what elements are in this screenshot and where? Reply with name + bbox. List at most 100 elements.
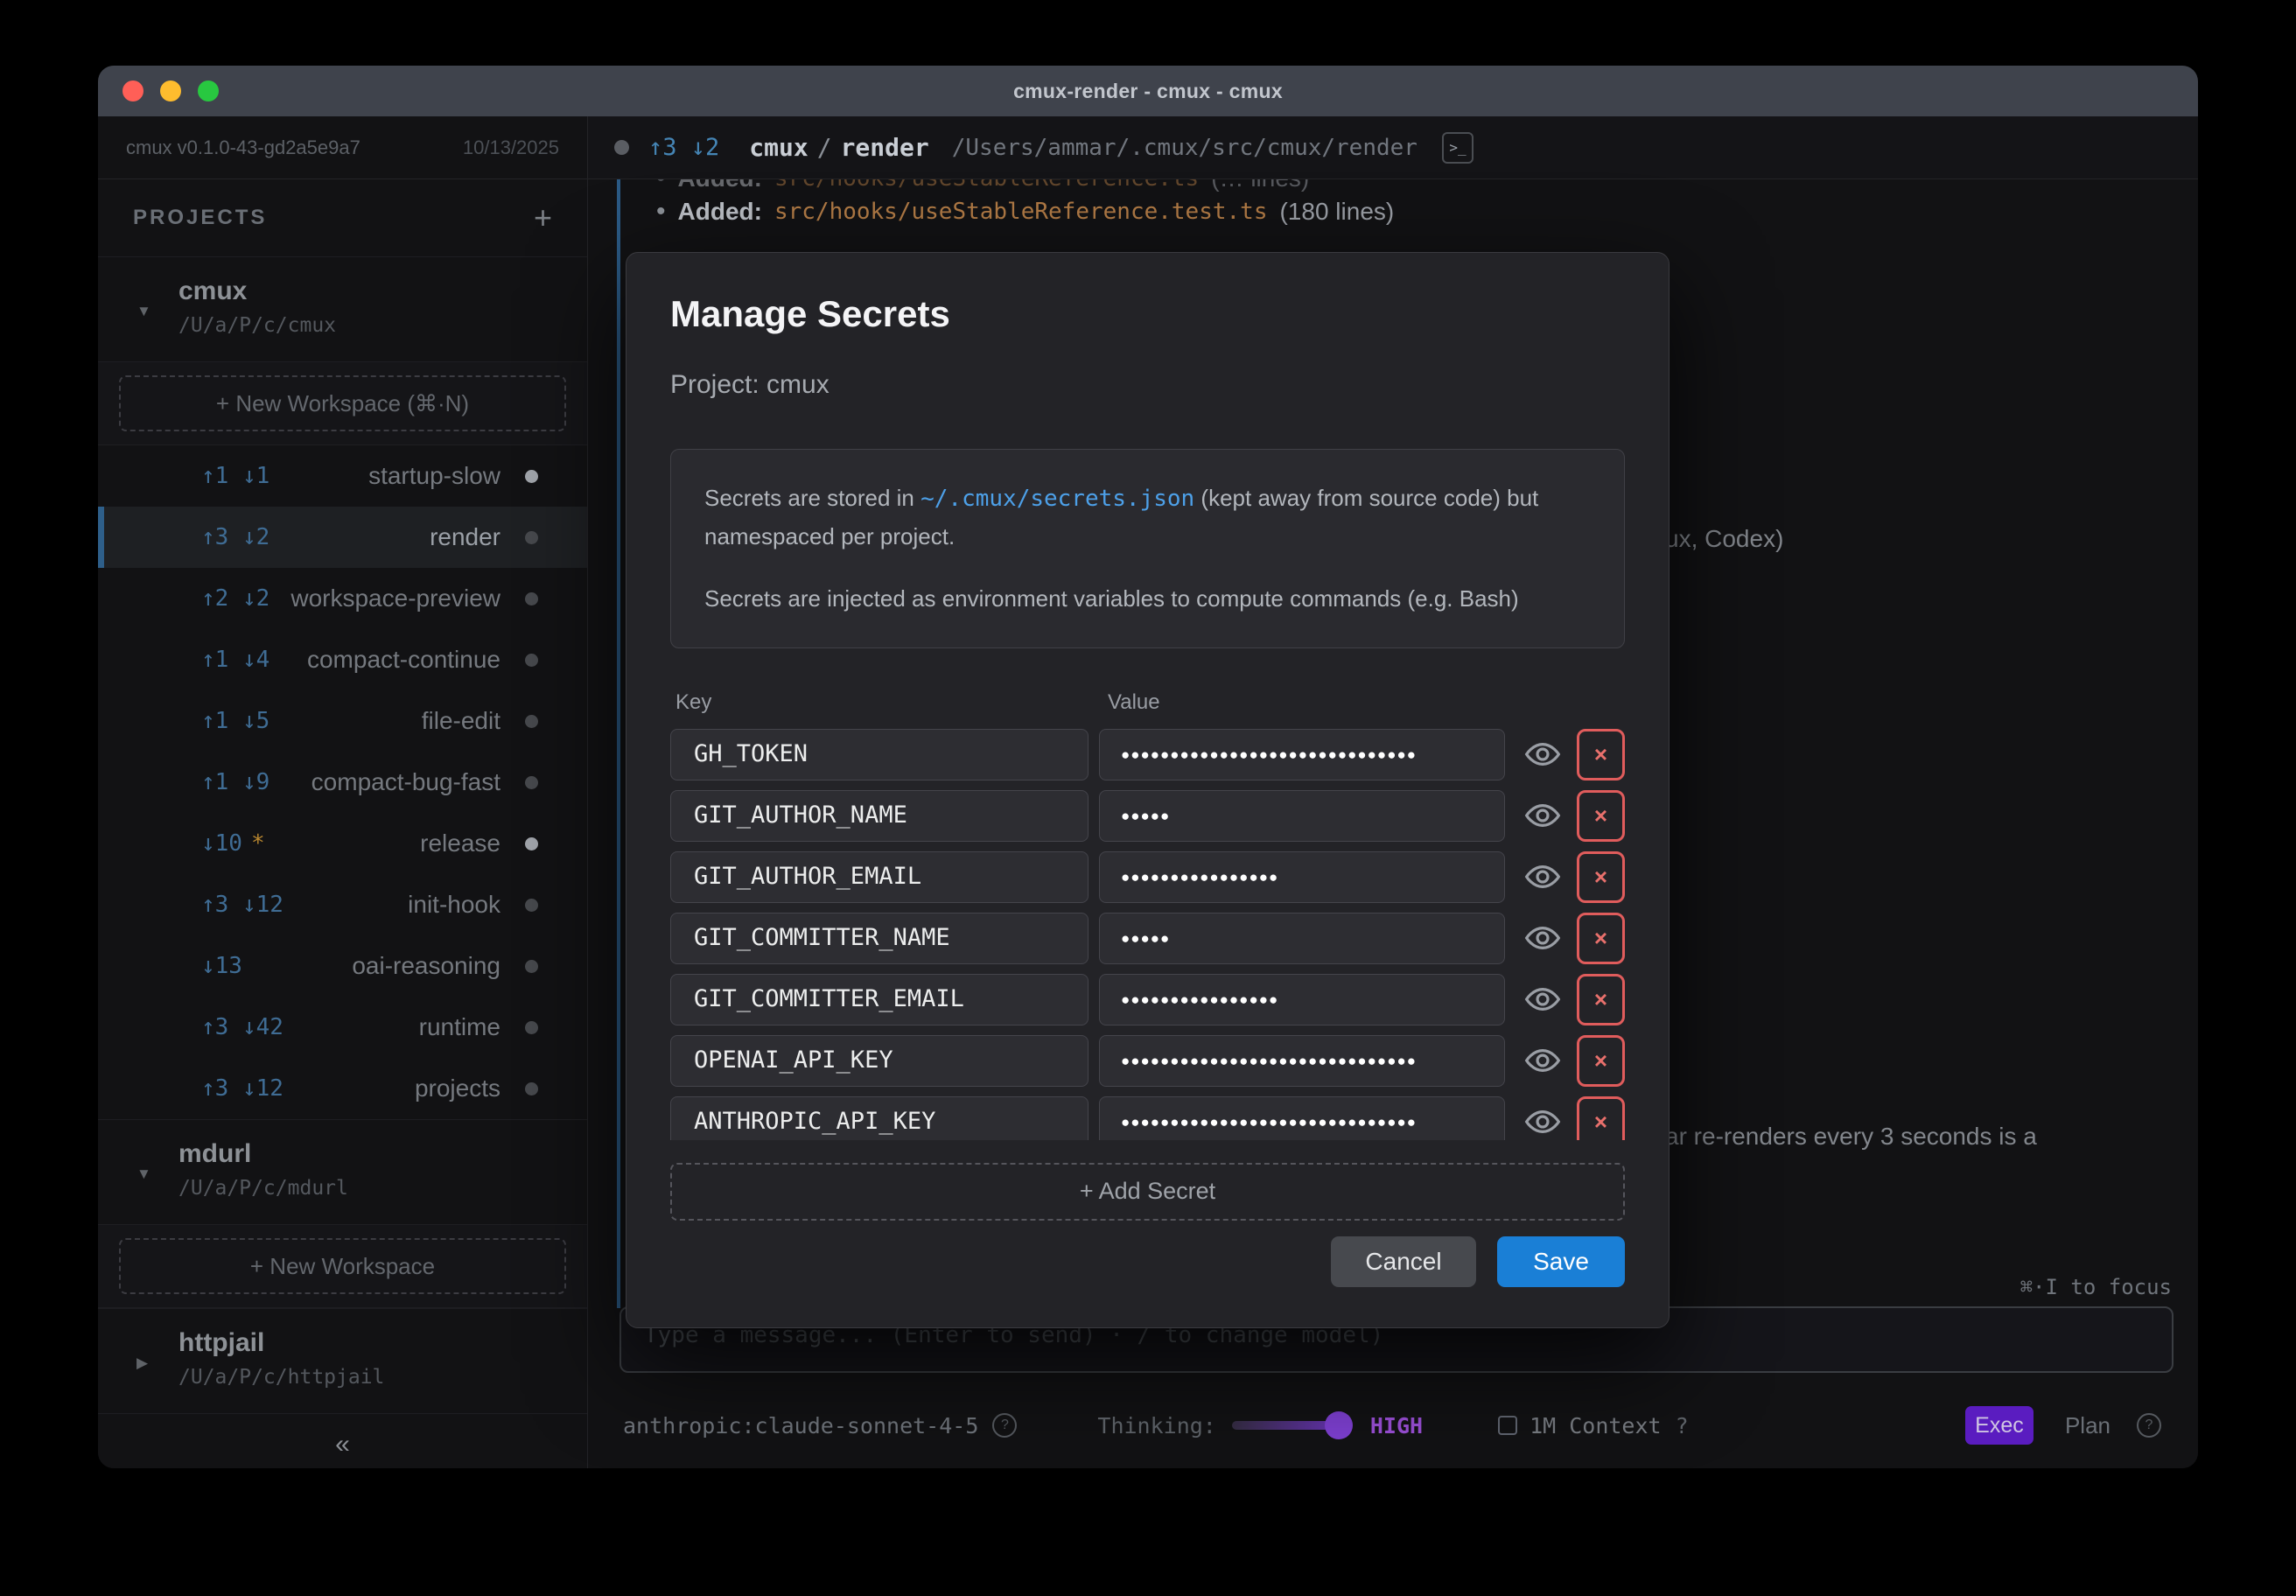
git-stats: ↑3 ↓42 xyxy=(201,1014,284,1040)
secret-key-input[interactable]: GIT_AUTHOR_EMAIL xyxy=(670,851,1088,903)
workspace-row[interactable]: ↑3 ↓12 init-hook xyxy=(98,874,587,935)
secret-key-input[interactable]: ANTHROPIC_API_KEY xyxy=(670,1096,1088,1140)
new-workspace-button[interactable]: + New Workspace xyxy=(119,1238,566,1294)
chat-line-clipped: • Added: src/hooks/useStableReference.ts… xyxy=(656,179,1309,193)
secret-row: GIT_COMMITTER_EMAIL ●●●●●●●●●●●●●●●● × xyxy=(670,974,1625,1026)
status-dot xyxy=(525,960,538,973)
workspace-row[interactable]: ↑3 ↓2 render xyxy=(98,507,587,568)
workspace-row[interactable]: ↑1 ↓5 file-edit xyxy=(98,690,587,752)
add-project-button[interactable]: + xyxy=(534,200,552,236)
delete-secret-button[interactable]: × xyxy=(1577,913,1625,964)
secret-value-input[interactable]: ●●●●● xyxy=(1099,790,1505,842)
workspace-row[interactable]: ↑3 ↓12 projects xyxy=(98,1058,587,1119)
secrets-list: GH_TOKEN ●●●●●●●●●●●●●●●●●●●●●●●●●●●●●● … xyxy=(670,729,1625,1140)
close-window-button[interactable] xyxy=(122,80,144,102)
secret-value-input[interactable]: ●●●●●●●●●●●●●●●●●●●●●●●●●●●●●● xyxy=(1099,1035,1505,1087)
reveal-eye-icon[interactable] xyxy=(1524,1042,1561,1079)
exec-mode-button[interactable]: Exec xyxy=(1965,1406,2034,1445)
workspace-row[interactable]: ↑1 ↓4 compact-continue xyxy=(98,629,587,690)
secrets-info-box: Secrets are stored in ~/.cmux/secrets.js… xyxy=(670,449,1625,648)
git-stats: ↑2 ↓2 xyxy=(201,585,270,612)
status-dot xyxy=(525,1082,538,1096)
secret-key-input[interactable]: GH_TOKEN xyxy=(670,729,1088,780)
model-help-icon[interactable]: ? xyxy=(992,1413,1017,1438)
save-button[interactable]: Save xyxy=(1497,1236,1625,1287)
titlebar: cmux-render - cmux - cmux xyxy=(98,66,2198,116)
reveal-eye-icon[interactable] xyxy=(1524,920,1561,956)
reveal-eye-icon[interactable] xyxy=(1524,858,1561,895)
workspace-name: file-edit xyxy=(422,707,500,735)
workspace-name: projects xyxy=(415,1074,500,1102)
secret-key-input[interactable]: GIT_COMMITTER_EMAIL xyxy=(670,974,1088,1026)
workspace-row[interactable]: ↓10 * release xyxy=(98,813,587,874)
model-selector[interactable]: anthropic:claude-sonnet-4-5 xyxy=(623,1413,978,1438)
git-stats: ↑3 ↓12 xyxy=(201,892,284,918)
workspace-row[interactable]: ↑1 ↓9 compact-bug-fast xyxy=(98,752,587,813)
new-workspace-button[interactable]: + New Workspace (⌘·N) xyxy=(119,375,566,431)
secret-value-input[interactable]: ●●●●●●●●●●●●●●●●●●●●●●●●●●●●●● xyxy=(1099,729,1505,780)
secret-key-input[interactable]: GIT_AUTHOR_NAME xyxy=(670,790,1088,842)
status-dot xyxy=(525,837,538,850)
secret-value-input[interactable]: ●●●●● xyxy=(1099,913,1505,964)
thinking-slider[interactable] xyxy=(1232,1421,1348,1430)
zoom-window-button[interactable] xyxy=(198,80,219,102)
workspace-name: init-hook xyxy=(408,891,500,919)
bullet: • xyxy=(656,179,666,193)
secret-key-input[interactable]: OPENAI_API_KEY xyxy=(670,1035,1088,1087)
mode-help-icon[interactable]: ? xyxy=(2137,1413,2161,1438)
delete-secret-button[interactable]: × xyxy=(1577,790,1625,842)
secret-value-input[interactable]: ●●●●●●●●●●●●●●●● xyxy=(1099,851,1505,903)
workspace-row[interactable]: ↓13 oai-reasoning xyxy=(98,935,587,997)
reveal-eye-icon[interactable] xyxy=(1524,797,1561,834)
context-label[interactable]: 1M Context xyxy=(1530,1413,1662,1438)
project-path: /U/a/P/c/cmux xyxy=(178,314,587,337)
workspace-row[interactable]: ↑3 ↓42 runtime xyxy=(98,997,587,1058)
file-path: src/hooks/useStableReference.test.ts xyxy=(774,199,1268,225)
project-item-httpjail[interactable]: ▶ httpjail /U/a/P/c/httpjail xyxy=(98,1308,587,1413)
status-dot xyxy=(614,140,629,155)
git-stats: ↑3 ↓2 xyxy=(648,134,719,161)
project-path: /U/a/P/c/httpjail xyxy=(178,1366,587,1389)
chevron-down-icon[interactable]: ▼ xyxy=(136,303,151,320)
minimize-window-button[interactable] xyxy=(160,80,181,102)
modal-project-line: Project: cmux xyxy=(670,370,1625,400)
chevron-down-icon[interactable]: ▼ xyxy=(136,1166,151,1183)
reveal-eye-icon[interactable] xyxy=(1524,736,1561,773)
secret-row: ANTHROPIC_API_KEY ●●●●●●●●●●●●●●●●●●●●●●… xyxy=(670,1096,1625,1140)
plan-mode-button[interactable]: Plan xyxy=(2065,1412,2110,1439)
terminal-icon[interactable]: >_ xyxy=(1442,132,1474,164)
workspace-row[interactable]: ↑1 ↓1 startup-slow xyxy=(98,445,587,507)
delete-secret-button[interactable]: × xyxy=(1577,974,1625,1026)
slider-knob[interactable] xyxy=(1325,1411,1353,1439)
secret-value-input[interactable]: ●●●●●●●●●●●●●●●● xyxy=(1099,974,1505,1026)
value-column-header: Value xyxy=(1108,690,1160,715)
cancel-button[interactable]: Cancel xyxy=(1331,1236,1476,1287)
secret-key-input[interactable]: GIT_COMMITTER_NAME xyxy=(670,913,1088,964)
breadcrumb-separator: / xyxy=(808,133,841,162)
new-workspace-strip: + New Workspace xyxy=(98,1224,587,1308)
file-path: src/hooks/useStableReference.ts xyxy=(774,179,1199,192)
manage-secrets-modal: Manage Secrets Project: cmux Secrets are… xyxy=(626,252,1670,1328)
delete-secret-button[interactable]: × xyxy=(1577,851,1625,903)
breadcrumb-project[interactable]: cmux xyxy=(749,133,808,162)
reveal-eye-icon[interactable] xyxy=(1524,1103,1561,1140)
git-stats: ↓10 xyxy=(201,830,242,857)
status-dot xyxy=(525,654,538,667)
context-checkbox[interactable] xyxy=(1498,1416,1517,1435)
projects-header: PROJECTS xyxy=(133,206,267,230)
delete-secret-button[interactable]: × xyxy=(1577,1096,1625,1140)
reveal-eye-icon[interactable] xyxy=(1524,981,1561,1018)
workspace-name: startup-slow xyxy=(368,462,500,490)
delete-secret-button[interactable]: × xyxy=(1577,1035,1625,1087)
secret-value-input[interactable]: ●●●●●●●●●●●●●●●●●●●●●●●●●●●●●● xyxy=(1099,1096,1505,1140)
collapse-sidebar-button[interactable]: « xyxy=(98,1413,587,1468)
project-item-mdurl[interactable]: ▼ mdurl /U/a/P/c/mdurl xyxy=(98,1119,587,1224)
workspace-row[interactable]: ↑2 ↓2 workspace-preview xyxy=(98,568,587,629)
project-item-cmux[interactable]: ▼ cmux /U/a/P/c/cmux xyxy=(98,256,587,361)
add-secret-button[interactable]: + Add Secret xyxy=(670,1163,1625,1221)
breadcrumb-workspace[interactable]: render xyxy=(841,133,929,162)
secrets-file-path: ~/.cmux/secrets.json xyxy=(920,486,1194,512)
chevron-right-icon[interactable]: ▶ xyxy=(136,1354,148,1372)
context-help-icon[interactable]: ? xyxy=(1676,1413,1689,1438)
delete-secret-button[interactable]: × xyxy=(1577,729,1625,780)
